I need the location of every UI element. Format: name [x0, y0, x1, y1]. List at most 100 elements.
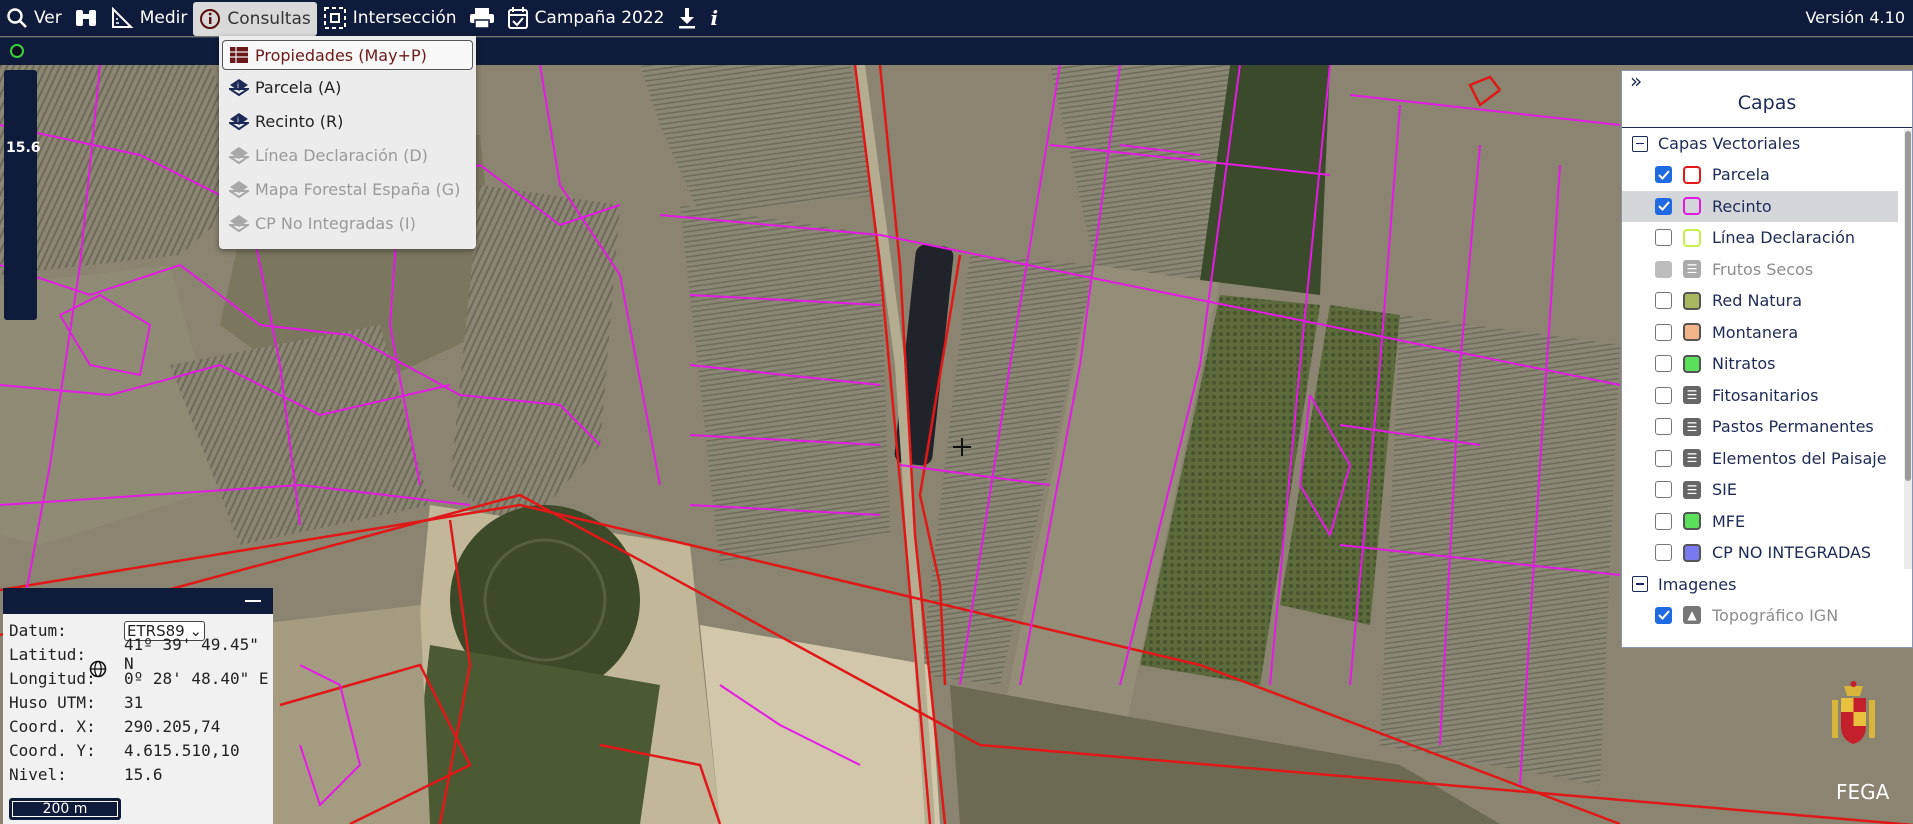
nivel-label: Nivel: [9, 764, 67, 784]
layer-row-frutos-secos[interactable]: ☰ Frutos Secos [1622, 254, 1912, 286]
coord-y-row: Coord. Y: 4.615.510,10 [3, 738, 273, 762]
layer-checkbox[interactable] [1655, 512, 1672, 530]
layer-row-mfe[interactable]: MFE [1622, 506, 1912, 538]
huso-row: Huso UTM: 31 [3, 690, 273, 714]
layer-checkbox[interactable] [1655, 323, 1672, 341]
coord-x-value: 290.205,74 [124, 716, 221, 736]
scale-bar: 200 m [9, 798, 121, 820]
layer-swatch-blue [1683, 543, 1701, 562]
menu-item-label: CP No Integradas (I) [255, 213, 416, 233]
coordinates-panel-header [3, 588, 273, 614]
layer-row-fitosanitarios[interactable]: ☰ Fitosanitarios [1622, 380, 1912, 412]
layer-row-red-natura[interactable]: Red Natura [1622, 285, 1912, 317]
menu-item-linea-declaracion[interactable]: Línea Declaración (D) [219, 138, 476, 172]
menu-item-label: Mapa Forestal España (G) [255, 179, 461, 199]
layer-checkbox[interactable] [1655, 355, 1672, 373]
ver-button[interactable]: Ver [0, 1, 68, 35]
menu-item-label: Línea Declaración (D) [255, 145, 428, 165]
layer-checkbox[interactable] [1655, 292, 1672, 310]
layer-checkbox[interactable] [1655, 386, 1672, 404]
layer-label: SIE [1712, 480, 1737, 500]
layer-row-sie[interactable]: ☰ SIE [1622, 474, 1912, 506]
layer-row-topografico-ign[interactable]: ▲ Topográfico IGN [1622, 600, 1912, 632]
layers-scrollbar[interactable] [1904, 129, 1912, 569]
layer-swatch-red [1683, 165, 1701, 184]
layer-row-nitratos[interactable]: Nitratos [1622, 348, 1912, 380]
campana-button[interactable]: Campaña 2022 [501, 1, 671, 35]
layer-checkbox[interactable] [1655, 418, 1672, 436]
menu-item-propiedades[interactable]: Propiedades (May+P) [222, 40, 473, 70]
info-button[interactable]: i [704, 1, 724, 35]
menu-item-recinto[interactable]: i Recinto (R) [219, 104, 476, 138]
layer-checkbox[interactable] [1655, 260, 1672, 278]
layer-row-pastos-permanentes[interactable]: ☰ Pastos Permanentes [1622, 411, 1912, 443]
zoom-level-bar[interactable]: 15.6 [4, 70, 41, 320]
scrollbar-thumb[interactable] [1905, 131, 1911, 481]
layer-label: Recinto [1712, 196, 1772, 216]
layer-row-montanera[interactable]: Montanera [1622, 317, 1912, 349]
layer-checkbox[interactable] [1655, 449, 1672, 467]
layer-checkbox[interactable] [1655, 166, 1672, 184]
menu-item-label: Propiedades (May+P) [255, 45, 427, 65]
layer-info-icon [229, 215, 249, 233]
layer-row-elementos-paisaje[interactable]: ☰ Elementos del Paisaje [1622, 443, 1912, 475]
layer-label: Elementos del Paisaje [1712, 448, 1887, 468]
collapse-group-icon[interactable] [1632, 576, 1648, 592]
coord-x-row: Coord. X: 290.205,74 [3, 714, 273, 738]
globe-icon[interactable] [89, 660, 107, 678]
layer-row-cp-no-integradas[interactable]: CP NO INTEGRADAS [1622, 537, 1912, 569]
status-indicator-icon [10, 44, 24, 58]
group-imagenes[interactable]: Imagenes [1622, 569, 1912, 600]
huso-value: 31 [124, 692, 144, 712]
fega-logo-text: FEGA [1836, 780, 1890, 804]
list-icon: ☰ [1683, 480, 1701, 499]
longitude-row: Longitud: 0º 28' 48.40" E [3, 666, 273, 690]
layer-label: Fitosanitarios [1712, 385, 1819, 405]
layer-swatch-magenta [1683, 197, 1701, 216]
download-button[interactable] [670, 1, 704, 35]
ruler-triangle-icon [111, 7, 134, 28]
binoculars-button[interactable] [68, 1, 104, 35]
ver-label: Ver [34, 8, 62, 28]
menu-item-cp-no-integradas[interactable]: CP No Integradas (I) [219, 206, 476, 240]
menu-item-mapa-forestal[interactable]: Mapa Forestal España (G) [219, 172, 476, 206]
list-icon: ☰ [1683, 260, 1701, 279]
medir-button[interactable]: Medir [104, 1, 194, 35]
download-icon [679, 8, 696, 29]
minimize-icon[interactable] [245, 600, 261, 602]
layer-info-icon [229, 181, 249, 199]
consultas-button[interactable]: Consultas [193, 2, 317, 36]
layer-label: Pastos Permanentes [1712, 417, 1874, 437]
table-icon [230, 47, 248, 63]
svg-text:i: i [237, 82, 239, 90]
svg-text:i: i [237, 116, 239, 124]
layer-row-recinto[interactable]: Recinto [1622, 190, 1898, 222]
layer-checkbox[interactable] [1655, 229, 1672, 247]
scale-value: 200 m [12, 801, 118, 817]
layer-label: CP NO INTEGRADAS [1712, 543, 1872, 563]
layer-label: Montanera [1712, 322, 1799, 342]
layer-swatch-peach [1683, 323, 1701, 342]
info-i-icon: i [710, 6, 719, 30]
layer-swatch-green [1683, 354, 1701, 373]
layer-row-parcela[interactable]: Parcela [1622, 159, 1912, 191]
search-icon [7, 8, 27, 28]
layer-checkbox[interactable] [1655, 544, 1672, 562]
layer-info-icon: i [229, 79, 249, 97]
list-icon: ☰ [1683, 386, 1701, 405]
layers-title: Capas [1737, 92, 1797, 114]
group-capas-vectoriales[interactable]: Capas Vectoriales [1622, 128, 1912, 159]
collapse-group-icon[interactable] [1632, 135, 1648, 152]
layer-checkbox[interactable] [1655, 481, 1672, 499]
layer-checkbox[interactable] [1655, 606, 1672, 624]
layer-checkbox[interactable] [1655, 197, 1672, 215]
menu-item-label: Recinto (R) [255, 111, 344, 131]
medir-label: Medir [139, 8, 188, 28]
collapse-panel-icon[interactable]: » [1630, 49, 1642, 113]
interseccion-button[interactable]: Intersección [317, 1, 463, 35]
menu-item-parcela[interactable]: i Parcela (A) [219, 70, 476, 104]
layer-row-linea-declaracion[interactable]: Línea Declaración [1622, 222, 1912, 254]
layer-swatch-lime [1683, 228, 1701, 247]
print-button[interactable] [463, 1, 501, 35]
zoom-level-value: 15.6 [6, 140, 41, 156]
